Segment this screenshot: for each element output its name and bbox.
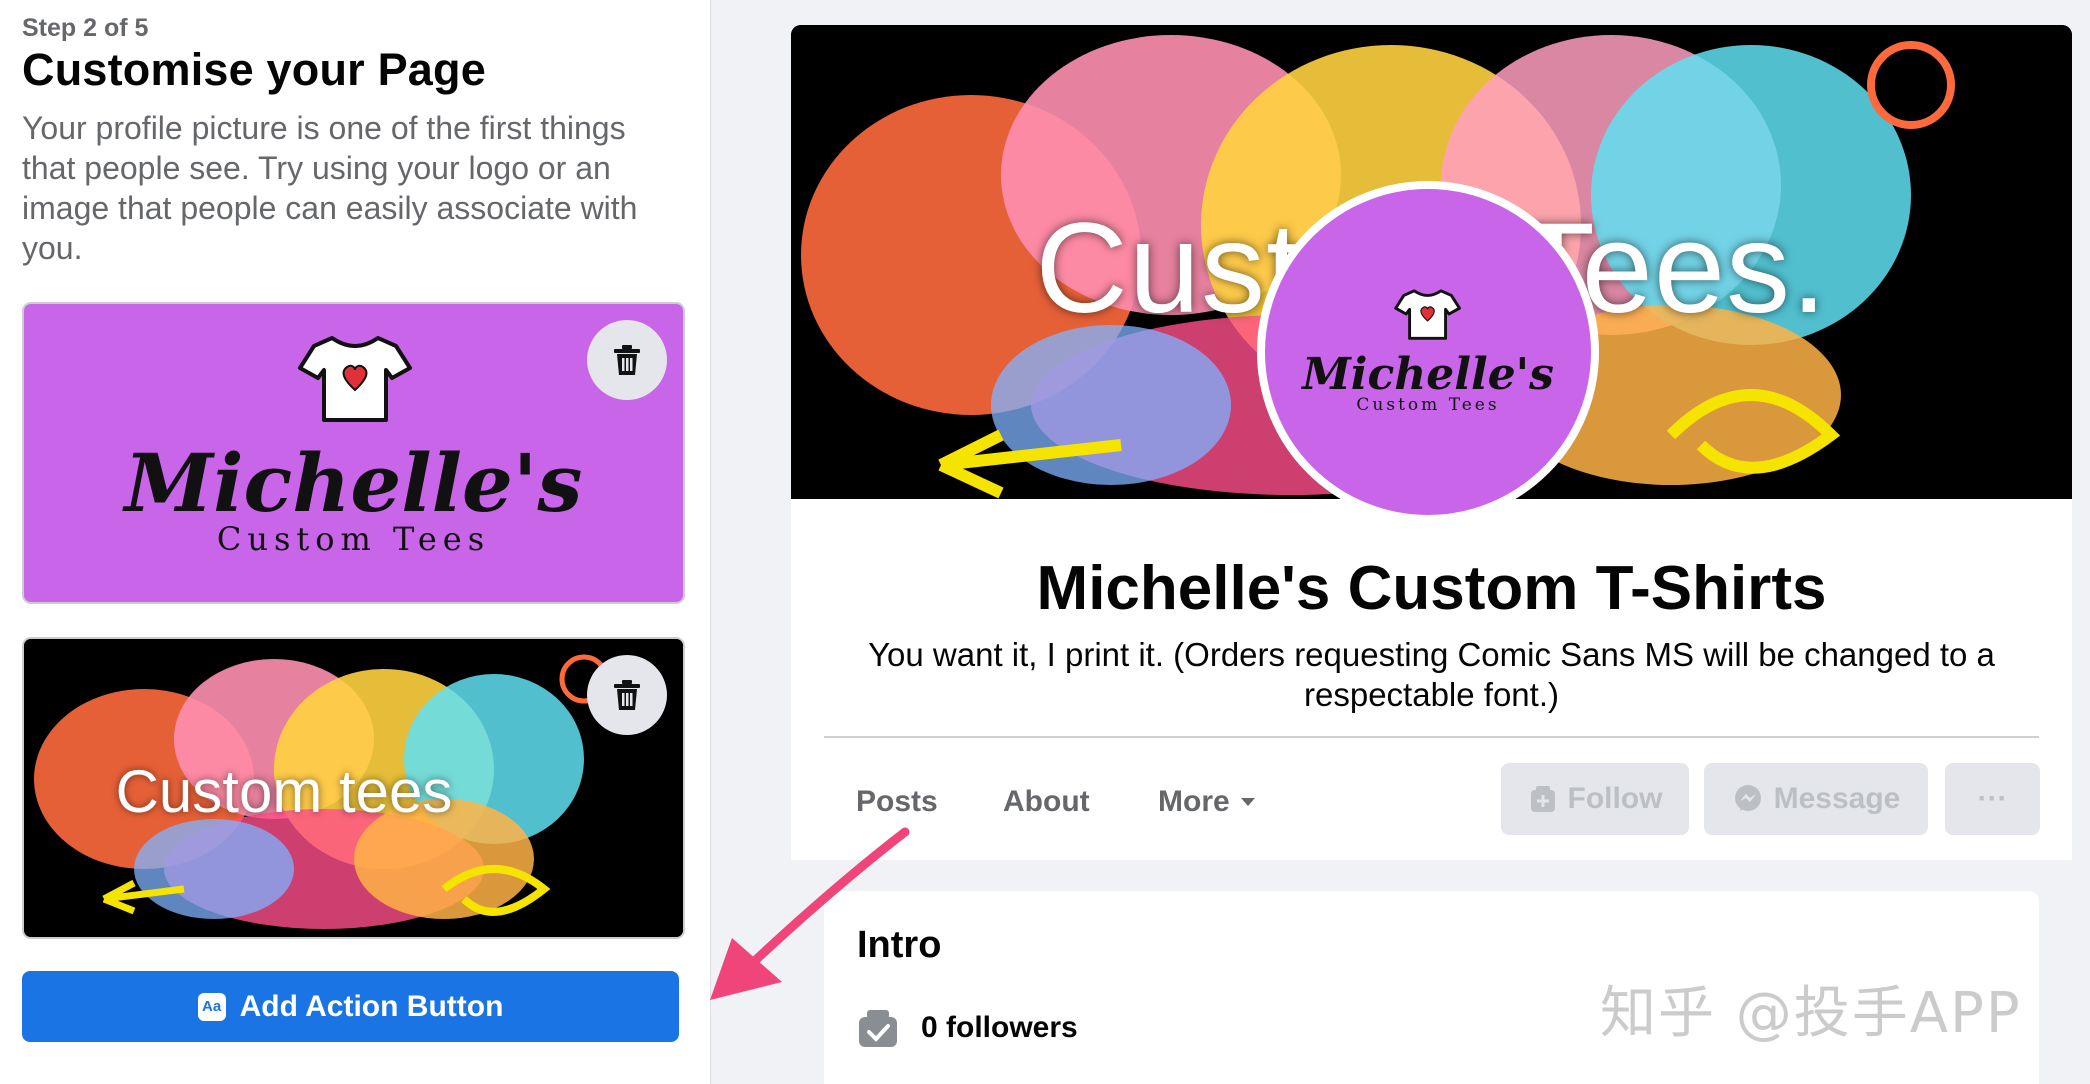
profile-picture-preview[interactable]: Michelle's Custom Tees [22, 302, 685, 604]
step-indicator: Step 2 of 5 [22, 14, 149, 42]
delete-cover-photo-button[interactable] [587, 655, 667, 735]
action-button-icon: Aa [197, 992, 226, 1021]
trash-icon [614, 345, 640, 375]
logo-subtitle: Custom Tees [1356, 395, 1500, 415]
tshirt-heart-icon [1394, 289, 1461, 340]
add-action-label: Add Action Button [239, 989, 504, 1023]
tshirt-heart-icon [298, 336, 412, 422]
delete-profile-picture-button[interactable] [587, 320, 667, 400]
panel-description: Your profile picture is one of the first… [22, 110, 638, 266]
trash-icon [614, 680, 640, 710]
logo-title: Michelle's [1302, 349, 1554, 400]
follow-button[interactable]: Follow [1501, 763, 1689, 835]
tab-about[interactable]: About [1003, 785, 1090, 819]
message-label: Message [1773, 782, 1901, 815]
logo-title: Michelle's [124, 436, 583, 530]
panel-heading: Customise your Page [22, 44, 486, 95]
tab-posts[interactable]: Posts [856, 785, 938, 819]
watermark: 知乎 @投手APP [1600, 981, 2022, 1046]
page-preview: Custom Tees. Michelle's Custom Tees Mich… [791, 25, 2072, 1084]
customise-panel: Step 2 of 5 Customise your Page Your pro… [0, 0, 711, 1084]
message-button[interactable]: Message [1704, 763, 1928, 835]
pointer-arrow [710, 827, 910, 1000]
caret-down-icon [1240, 798, 1255, 806]
messenger-icon [1734, 785, 1761, 811]
profile-avatar[interactable]: Michelle's Custom Tees [1257, 181, 1599, 523]
tab-more-label: More [1158, 785, 1230, 818]
page-name: Michelle's Custom T-Shirts [1036, 554, 1827, 623]
follow-icon [1530, 786, 1555, 812]
page-bio: You want it, I print it. (Orders request… [868, 636, 1995, 713]
tab-more[interactable]: More [1158, 785, 1256, 819]
cover-photo-preview[interactable]: Custom tees [22, 637, 685, 939]
followers-count: 0 followers [921, 1011, 1078, 1044]
divider [824, 736, 2039, 738]
add-action-button[interactable]: Aa Add Action Button [22, 971, 679, 1042]
more-options-button[interactable]: ··· [1945, 763, 2040, 835]
cover-text: Custom tees [115, 758, 453, 825]
logo-subtitle: Custom Tees [216, 520, 491, 558]
follow-label: Follow [1567, 782, 1663, 815]
more-options-icon: ··· [1977, 782, 2008, 815]
